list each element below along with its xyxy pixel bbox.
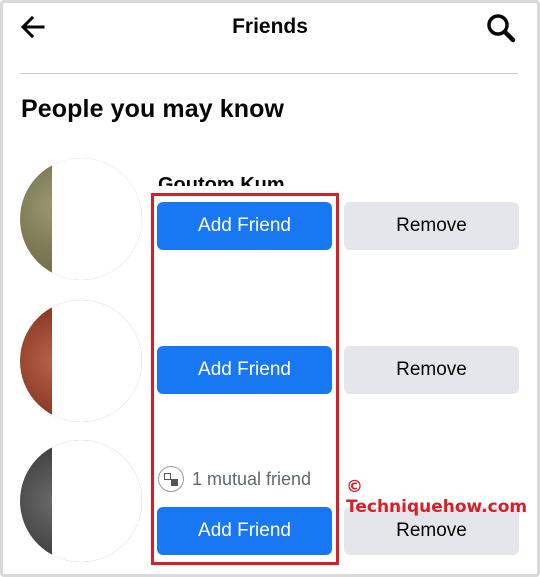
remove-button[interactable]: Remove bbox=[344, 346, 519, 394]
avatar[interactable] bbox=[20, 300, 142, 422]
search-icon bbox=[487, 14, 516, 43]
search-button[interactable] bbox=[485, 12, 517, 44]
section-title: People you may know bbox=[21, 95, 285, 123]
avatar[interactable] bbox=[20, 440, 142, 562]
watermark: © Techniquehow.com bbox=[346, 477, 528, 517]
person-name[interactable]: Goutom Kum bbox=[158, 168, 285, 186]
remove-button[interactable]: Remove bbox=[344, 202, 519, 250]
highlight-box bbox=[151, 193, 339, 565]
header-divider bbox=[20, 73, 518, 74]
top-app-bar: Friends bbox=[3, 3, 537, 73]
avatar[interactable] bbox=[20, 158, 142, 280]
page-title: Friends bbox=[232, 15, 308, 38]
